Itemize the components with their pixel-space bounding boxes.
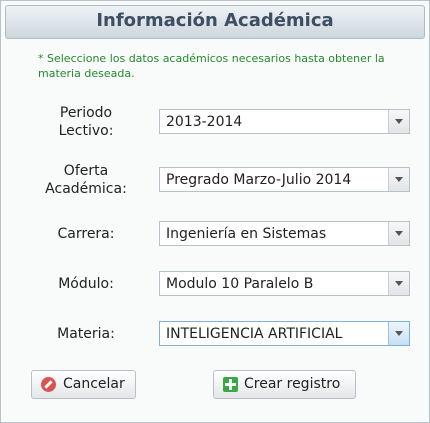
oferta-label-line2: Académica: xyxy=(45,181,127,197)
chevron-down-icon[interactable] xyxy=(388,322,409,345)
periodo-label-line1: Periodo xyxy=(59,105,113,121)
periodo-label-line2: Lectivo: xyxy=(58,123,114,139)
materia-value: INTELIGENCIA ARTIFICIAL xyxy=(166,326,343,342)
periodo-label: Periodo Lectivo: xyxy=(41,104,131,140)
chevron-down-icon[interactable] xyxy=(388,110,409,133)
modulo-value: Modulo 10 Paralelo B xyxy=(166,276,314,292)
oferta-label-line1: Oferta xyxy=(63,163,109,179)
chevron-down-icon[interactable] xyxy=(388,168,409,191)
materia-label: Materia: xyxy=(57,326,115,342)
chevron-down-icon[interactable] xyxy=(388,272,409,295)
materia-select[interactable]: INTELIGENCIA ARTIFICIAL xyxy=(159,321,410,346)
oferta-label: Oferta Académica: xyxy=(36,162,136,198)
oferta-value: Pregrado Marzo-Julio 2014 xyxy=(166,172,352,188)
create-record-button-label: Crear registro xyxy=(244,376,341,392)
create-record-button[interactable]: Crear registro xyxy=(213,370,356,399)
instruction-note: * Seleccione los datos académicos necesa… xyxy=(38,52,385,80)
carrera-value: Ingeniería en Sistemas xyxy=(166,226,327,242)
periodo-select[interactable]: 2013-2014 xyxy=(159,109,410,134)
periodo-value: 2013-2014 xyxy=(166,114,243,130)
cancel-icon xyxy=(41,377,56,392)
modulo-select[interactable]: Modulo 10 Paralelo B xyxy=(159,271,410,296)
dialog-title: Información Académica xyxy=(96,10,334,31)
modulo-label: Módulo: xyxy=(58,276,114,292)
chevron-down-icon[interactable] xyxy=(388,222,409,245)
plus-icon xyxy=(223,377,238,392)
cancel-button-label: Cancelar xyxy=(63,376,125,392)
cancel-button[interactable]: Cancelar xyxy=(31,370,136,399)
oferta-select[interactable]: Pregrado Marzo-Julio 2014 xyxy=(159,167,410,192)
carrera-select[interactable]: Ingeniería en Sistemas xyxy=(159,221,410,246)
carrera-label: Carrera: xyxy=(57,226,115,242)
dialog-window: Información Académica * Seleccione los d… xyxy=(0,0,430,423)
dialog-titlebar: Información Académica xyxy=(5,5,425,39)
